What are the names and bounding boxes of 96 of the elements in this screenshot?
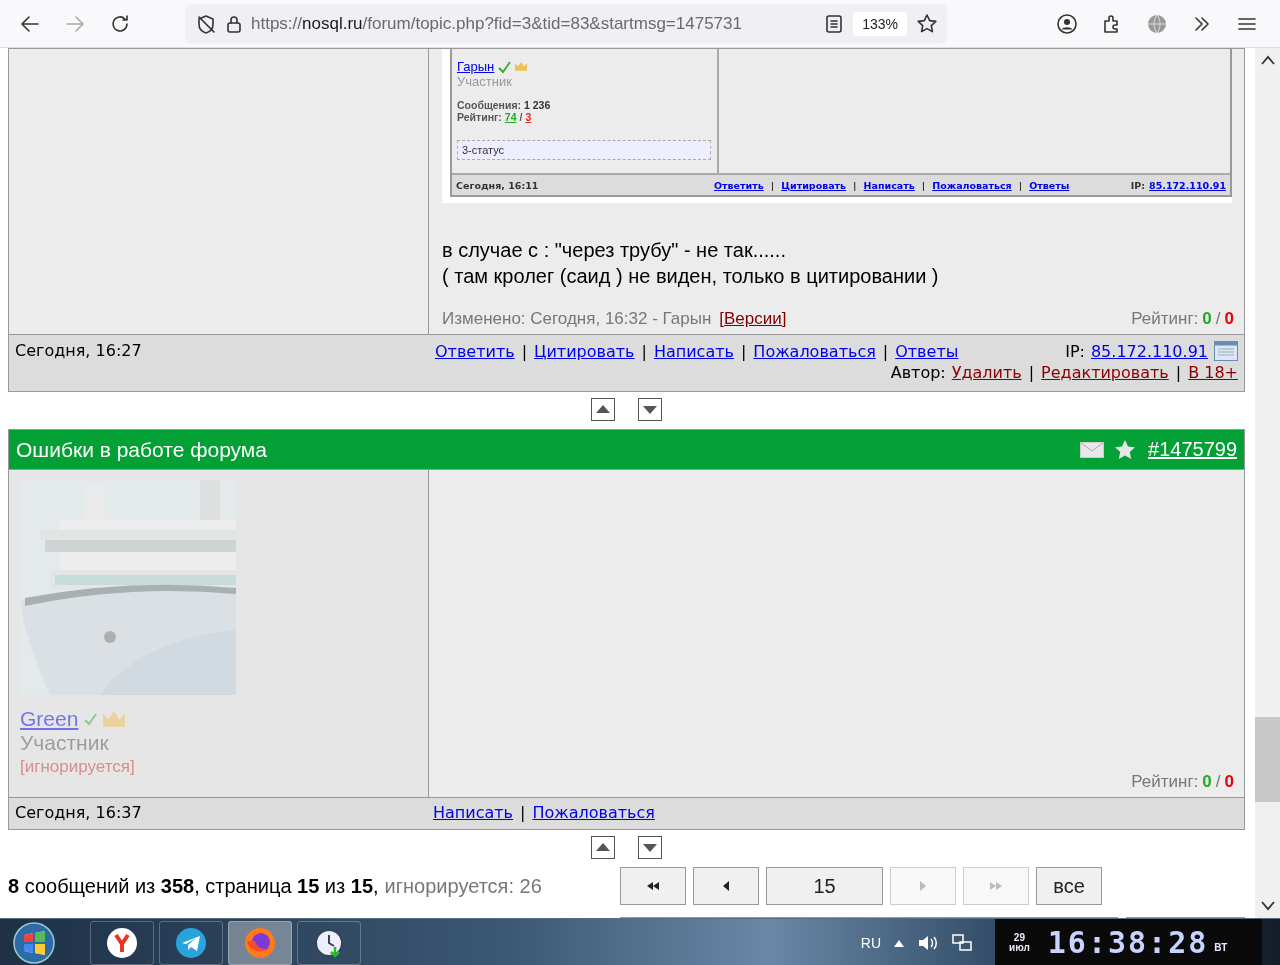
taskbar-button[interactable]: [159, 920, 223, 965]
link[interactable]: Ответить: [435, 341, 515, 361]
scroll-up-button[interactable]: [591, 398, 615, 421]
page-field[interactable]: 15: [766, 867, 883, 905]
telegram-icon: [175, 926, 207, 959]
rating-separator: /: [1215, 772, 1221, 792]
network-icon[interactable]: [951, 932, 973, 953]
link[interactable]: Написать: [433, 803, 514, 829]
zoom-level[interactable]: 133%: [853, 11, 907, 36]
post-date: Сегодня, 16:11: [456, 179, 540, 191]
rating-plus: 0: [1202, 772, 1212, 792]
link[interactable]: Пожаловаться: [932, 179, 1012, 191]
edited-note: Изменено: Сегодня, 16:32 - Гарын: [442, 309, 712, 329]
post-date: Сегодня, 16:37: [15, 803, 143, 824]
yandex-browser-icon: [106, 926, 138, 959]
rating-label: Рейтинг:: [1131, 309, 1199, 329]
ignored-count: игнорируется: 26: [384, 874, 542, 898]
link[interactable]: Ответить: [714, 179, 764, 191]
separator: |: [882, 341, 889, 361]
versions-link[interactable]: [Версии]: [719, 309, 787, 329]
link[interactable]: Цитировать: [781, 179, 847, 191]
clock-icon: [313, 926, 345, 959]
rating-plus: 0: [1202, 309, 1212, 329]
author-link[interactable]: Гарын: [457, 59, 495, 74]
separator: |: [921, 179, 926, 191]
rating-minus: 0: [1224, 309, 1234, 329]
weekday: ВТ: [1214, 942, 1228, 953]
scrollbar-thumb[interactable]: [1255, 717, 1280, 802]
summary-text: 8 сообщений из 358, страница 15 из 15,: [8, 874, 379, 898]
ip-link[interactable]: 85.172.110.91: [1149, 179, 1226, 191]
link[interactable]: Редактировать: [1041, 363, 1169, 382]
show-all-button[interactable]: все: [1036, 867, 1102, 905]
separator: |: [1028, 363, 1035, 382]
firefox-icon: [244, 926, 276, 959]
post-date: Сегодня, 16:27: [15, 341, 143, 362]
crown-icon: [102, 710, 127, 728]
rating-minus[interactable]: 3: [525, 111, 532, 123]
ip-label: IP:: [1065, 341, 1085, 361]
link[interactable]: Удалить: [951, 363, 1022, 382]
author-label: Автор:: [890, 363, 946, 382]
ignored-label: [игнорируется]: [20, 757, 136, 777]
scroll-up-button[interactable]: [591, 836, 615, 859]
crown-icon: [514, 61, 529, 72]
rating-separator: /: [519, 111, 523, 123]
account-icon[interactable]: [1055, 11, 1079, 36]
stat-label: Рейтинг:: [457, 111, 502, 123]
clock-panel[interactable]: 29 июл 16:38:28 ВТ: [995, 919, 1262, 965]
clock-time: 16:38:28: [1047, 925, 1209, 960]
link[interactable]: Цитировать: [534, 341, 635, 361]
triangle-icon: [920, 881, 926, 891]
separator: |: [1018, 179, 1023, 191]
link[interactable]: Ответы: [1029, 179, 1070, 191]
link[interactable]: Пожаловаться: [532, 803, 655, 829]
date-day: 29: [1013, 932, 1025, 943]
separator: |: [853, 179, 857, 191]
date-month: июл: [1009, 942, 1030, 953]
separator: |: [740, 341, 747, 361]
double-triangle-icon: [647, 882, 659, 890]
star-icon[interactable]: [1114, 438, 1136, 461]
ip-label: IP:: [1130, 179, 1146, 191]
scroll-down-button[interactable]: [638, 398, 662, 421]
link[interactable]: Написать: [653, 341, 734, 361]
language-indicator[interactable]: RU: [860, 934, 881, 951]
stat-value: 1 236: [524, 99, 551, 111]
taskbar-button[interactable]: [90, 920, 154, 965]
window-icon[interactable]: [1214, 341, 1238, 361]
triangle-icon: [723, 881, 729, 891]
link[interactable]: Ответы: [895, 341, 959, 361]
message-link[interactable]: #1475799: [1148, 438, 1237, 461]
ip-link[interactable]: 85.172.110.91: [1090, 341, 1208, 361]
url-text[interactable]: https://nosql.ru/forum/topic.php?fid=3&tid=83&startmsg=1475731: [251, 13, 816, 34]
shield-icon[interactable]: [195, 12, 217, 35]
separator: |: [520, 803, 526, 824]
envelope-icon[interactable]: [1080, 441, 1104, 458]
stat-label: Сообщения:: [457, 99, 521, 111]
link[interactable]: В 18+: [1188, 363, 1238, 382]
message-text: ( там кролег (саид ) не виден, только в цитировании ): [442, 264, 940, 289]
post-title: Ошибки в работе форума: [16, 437, 267, 462]
author-role: Участник: [457, 74, 513, 89]
message-text: в случае с : "через трубу" - не так......: [442, 238, 787, 263]
status-text: 3-статус: [457, 140, 711, 160]
scroll-down-button[interactable]: [638, 836, 662, 859]
link[interactable]: Пожаловаться: [753, 341, 876, 361]
rating-label: Рейтинг:: [1131, 772, 1199, 792]
separator: |: [1175, 363, 1182, 382]
separator: |: [770, 179, 775, 191]
taskbar-button[interactable]: [297, 920, 361, 965]
separator: |: [521, 341, 528, 361]
link[interactable]: Написать: [863, 179, 915, 191]
double-triangle-icon: [990, 882, 1002, 890]
separator: |: [641, 341, 647, 361]
start-button[interactable]: [12, 920, 56, 965]
rating-separator: /: [1215, 309, 1221, 329]
address-bar[interactable]: https://nosql.ru/forum/topic.php?fid=3&tid=83&startmsg=1475731 133%: [185, 3, 947, 44]
rating-minus: 0: [1224, 772, 1234, 792]
author-role: Участник: [20, 731, 110, 755]
